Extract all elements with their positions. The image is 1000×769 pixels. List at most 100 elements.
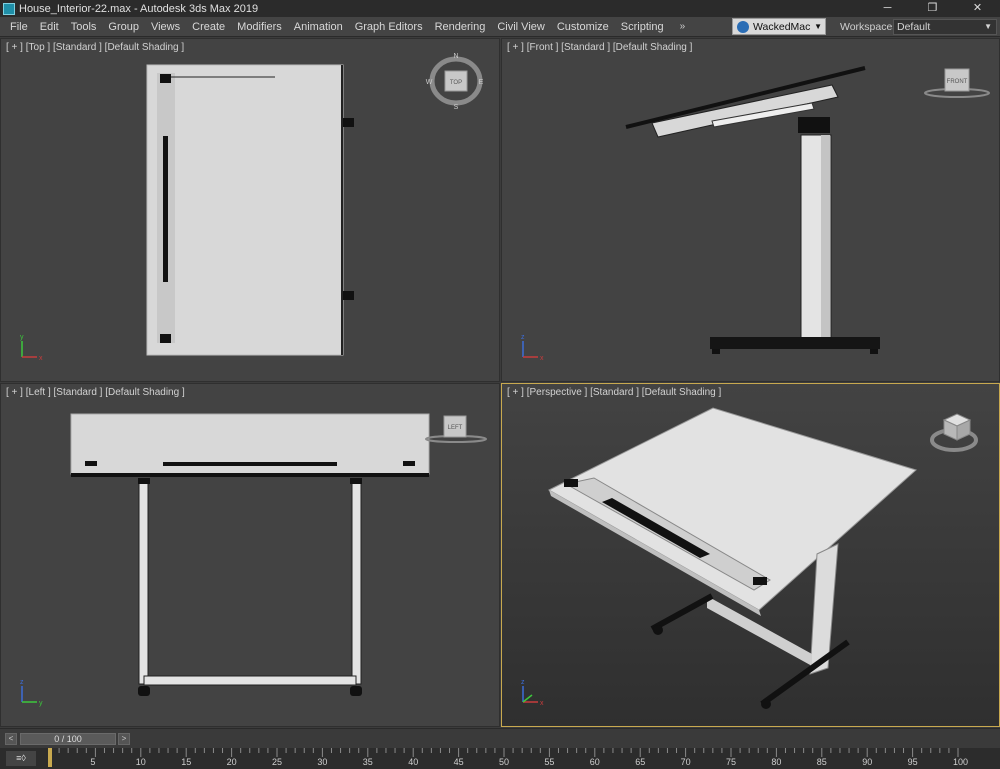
top-view-scene: TOP N S E W y x — [20, 53, 484, 362]
menu-items: File Edit Tools Group Views Create Modif… — [0, 17, 691, 37]
viewport-perspective[interactable]: [ + ] [Perspective ] [Standard ] [Defaul… — [501, 383, 1000, 727]
axis-x-label: x — [540, 700, 544, 707]
user-icon — [737, 20, 749, 33]
menu-create[interactable]: Create — [186, 17, 231, 37]
caster-right — [350, 686, 362, 696]
menu-views[interactable]: Views — [145, 17, 186, 37]
compass-south: S — [454, 104, 459, 111]
caster-persp-1 — [653, 625, 663, 635]
caster-left — [138, 686, 150, 696]
column-shade — [821, 135, 830, 339]
axis-z-label: z — [20, 679, 24, 686]
rule-clamp-bottom — [160, 334, 171, 343]
tick-label: 35 — [362, 757, 373, 767]
viewport-top[interactable]: [ + ] [Top ] [Standard ] [Default Shadin… — [0, 38, 500, 382]
tick-label: 30 — [317, 757, 328, 767]
time-slider-thumb[interactable]: 0 / 100 — [20, 733, 116, 745]
axis-y-label: y — [20, 334, 24, 341]
window-title: House_Interior-22.max - Autodesk 3ds Max… — [19, 2, 259, 15]
viewport-label-front[interactable]: [ + ] [Front ] [Standard ] [Default Shad… — [507, 42, 692, 53]
axis-x-label: x — [540, 355, 544, 362]
clamp-right — [403, 461, 415, 466]
menu-overflow-chevron-icon[interactable]: » — [674, 17, 692, 37]
menu-edit[interactable]: Edit — [34, 17, 65, 37]
menu-graph-editors[interactable]: Graph Editors — [349, 17, 429, 37]
viewcube-front[interactable]: FRONT — [924, 68, 990, 98]
menu-tools[interactable]: Tools — [65, 17, 103, 37]
foot-left-persp — [650, 593, 714, 632]
menu-file[interactable]: File — [4, 17, 34, 37]
viewcube-face-label: FRONT — [947, 79, 968, 85]
time-slider-prev-button[interactable]: < — [5, 733, 17, 745]
time-slider-next-button[interactable]: > — [118, 733, 130, 745]
axis-y-label: y — [39, 700, 43, 707]
frame-bottom-bar — [143, 675, 357, 686]
menu-civil-view[interactable]: Civil View — [491, 17, 550, 37]
axis-z-label: z — [521, 679, 525, 686]
viewcube-left[interactable]: LEFT — [425, 415, 487, 443]
base-foot — [710, 337, 880, 349]
menu-group[interactable]: Group — [102, 17, 145, 37]
axis-tripod-left: z y — [20, 679, 43, 707]
tick-label: 40 — [408, 757, 419, 767]
viewport-left[interactable]: [ + ] [Left ] [Standard ] [Default Shadi… — [0, 383, 500, 727]
leg-joint-left — [138, 478, 150, 484]
close-button[interactable]: ✕ — [955, 0, 1000, 17]
hinge-top — [343, 118, 354, 127]
tick-label: 75 — [726, 757, 737, 767]
viewport-label-left[interactable]: [ + ] [Left ] [Standard ] [Default Shadi… — [6, 387, 185, 398]
workspaces-label: Workspaces: — [840, 21, 901, 33]
menu-modifiers[interactable]: Modifiers — [231, 17, 288, 37]
workspace-value: Default — [897, 21, 931, 33]
hinge-bottom — [343, 291, 354, 300]
minimize-button[interactable]: ─ — [865, 0, 910, 17]
key-mode-toggle[interactable]: ≡◊ — [6, 751, 36, 766]
front-view-scene: FRONT z x — [521, 66, 990, 362]
tick-label: 50 — [499, 757, 510, 767]
axis-tripod-top: y x — [20, 334, 43, 362]
tick-label: 90 — [862, 757, 873, 767]
drawing-board-persp — [547, 407, 917, 611]
viewport-label-perspective[interactable]: [ + ] [Perspective ] [Standard ] [Defaul… — [507, 387, 721, 398]
clamp-left — [85, 461, 97, 466]
tick-label: 5 — [90, 757, 96, 767]
current-frame-marker — [48, 748, 52, 767]
title-bar: House_Interior-22.max - Autodesk 3ds Max… — [0, 0, 1000, 17]
user-account-dropdown[interactable]: WackedMac ▼ — [732, 18, 826, 35]
compass-west: W — [426, 79, 433, 86]
maximize-button[interactable]: ❐ — [910, 0, 955, 17]
rule-clamp-persp-2 — [753, 577, 767, 585]
caster-left — [712, 349, 720, 354]
caret-down-icon: ▼ — [984, 22, 992, 31]
caster-persp-2 — [761, 699, 771, 709]
viewcube-face-label: LEFT — [448, 425, 463, 431]
tick-label: 100 — [953, 757, 969, 767]
time-slider: < 0 / 100 > — [0, 728, 1000, 748]
viewport-label-top[interactable]: [ + ] [Top ] [Standard ] [Default Shadin… — [6, 42, 184, 53]
rule-slot — [163, 136, 168, 282]
viewport-front[interactable]: [ + ] [Front ] [Standard ] [Default Shad… — [501, 38, 1000, 382]
menu-customize[interactable]: Customize — [551, 17, 615, 37]
tick-label: 15 — [181, 757, 192, 767]
track-bar[interactable]: ≡◊ 5 10 15 20 25 30 35 40 45 50 55 60 65 70 75 80 85 90 95… — [0, 748, 1000, 769]
viewcube-top[interactable]: TOP N S E W — [426, 53, 484, 111]
caret-down-icon: ▼ — [814, 22, 822, 31]
window-controls: ─ ❐ ✕ — [865, 0, 1000, 17]
caster-right — [870, 349, 878, 354]
axis-tripod-front: z x — [521, 334, 544, 362]
axis-z-label: z — [521, 334, 525, 341]
tilt-mechanism — [798, 117, 830, 133]
drafting-board-top — [147, 65, 343, 355]
tick-label: 20 — [226, 757, 237, 767]
viewcube-perspective[interactable] — [930, 413, 978, 452]
perspective-view-scene: z x — [521, 407, 978, 709]
axis-tripod-perspective: z x — [521, 679, 544, 707]
tick-label: 70 — [680, 757, 691, 767]
app-icon — [3, 2, 15, 15]
menu-scripting[interactable]: Scripting — [615, 17, 670, 37]
menu-rendering[interactable]: Rendering — [429, 17, 492, 37]
rule-clamp-persp-1 — [564, 479, 578, 487]
workspaces-select[interactable]: Default ▼ — [893, 19, 997, 35]
menu-animation[interactable]: Animation — [288, 17, 349, 37]
tick-label: 85 — [816, 757, 827, 767]
